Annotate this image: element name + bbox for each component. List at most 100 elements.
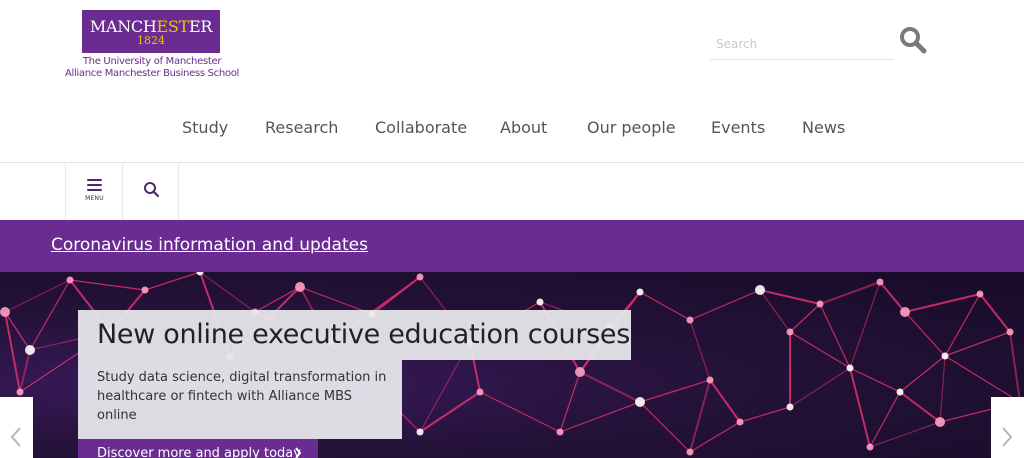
network-edge (789, 367, 851, 408)
network-edge (899, 391, 941, 423)
logo-year: 1824 (137, 34, 165, 47)
network-node (846, 364, 854, 372)
network-edge (879, 281, 906, 313)
network-node (536, 298, 544, 306)
network-edge (944, 331, 1011, 357)
network-edge (944, 293, 981, 357)
coronavirus-updates-link[interactable]: Coronavirus information and updates (51, 235, 368, 255)
logo-school-name: Alliance Manchester Business School (64, 68, 240, 79)
network-node (416, 273, 424, 281)
network-edge (849, 367, 871, 448)
network-node (896, 388, 904, 396)
network-node (556, 428, 564, 436)
university-logo[interactable]: MANCHESTER 1824 The University of Manche… (64, 10, 240, 82)
network-node (941, 352, 949, 360)
network-edge (69, 279, 146, 291)
network-node (755, 285, 765, 295)
nav-item-events[interactable]: Events (711, 118, 765, 137)
network-node (786, 403, 794, 411)
network-edge (689, 319, 711, 381)
network-node (476, 388, 484, 396)
network-edge (689, 289, 761, 321)
network-edge (479, 391, 561, 433)
network-edge (849, 281, 881, 369)
network-edge (849, 367, 901, 393)
logo-university-name: The University of Manchester (82, 56, 222, 67)
network-node (575, 367, 585, 377)
network-node (686, 316, 694, 324)
network-node (736, 418, 744, 426)
network-node (295, 282, 305, 292)
network-node (66, 276, 74, 284)
chevron-right-icon (1002, 427, 1013, 447)
network-node (416, 428, 424, 436)
carousel-next-button[interactable] (991, 397, 1024, 458)
hero-title: New online executive education courses (97, 319, 631, 350)
network-edge (789, 303, 821, 333)
network-edge (904, 311, 946, 357)
network-node (141, 286, 149, 294)
network-edge (939, 355, 946, 423)
network-edge (819, 281, 881, 305)
network-edge (869, 421, 941, 448)
network-node (935, 417, 945, 427)
network-node (196, 272, 204, 276)
network-edge (559, 401, 641, 433)
network-node (1006, 328, 1014, 336)
network-node (976, 290, 984, 298)
utility-bar: MENU (0, 163, 1024, 220)
network-edge (559, 371, 581, 433)
search-button[interactable] (898, 25, 928, 55)
search-icon (900, 27, 927, 54)
search-input[interactable] (710, 28, 894, 59)
network-edge (899, 355, 946, 393)
network-edge (639, 401, 691, 453)
hero-description-panel: Study data science, digital transformati… (78, 360, 402, 439)
network-node (25, 345, 35, 355)
nav-item-research[interactable]: Research (265, 118, 338, 137)
hero-title-panel: New online executive education courses (78, 310, 631, 360)
network-edge (1009, 331, 1021, 403)
network-node (0, 307, 10, 317)
network-node (866, 443, 874, 451)
network-edge (739, 406, 791, 423)
chevron-left-icon (10, 427, 21, 447)
network-node (16, 388, 24, 396)
carousel-prev-button[interactable] (0, 397, 33, 458)
network-node (900, 307, 910, 317)
network-edge (904, 293, 981, 313)
hero-carousel: New online executive education courses S… (0, 272, 1024, 458)
nav-item-collaborate[interactable]: Collaborate (375, 118, 467, 137)
discover-more-button[interactable]: Discover more and apply today (78, 439, 318, 458)
main-navigation: Study Research Collaborate About Our peo… (0, 106, 1024, 152)
nav-item-about[interactable]: About (500, 118, 547, 137)
network-edge (199, 272, 256, 313)
menu-label: MENU (85, 195, 104, 202)
network-edge (419, 391, 481, 433)
network-edge (869, 391, 901, 448)
nav-item-news[interactable]: News (802, 118, 845, 137)
logo-badge: MANCHESTER 1824 (82, 10, 220, 53)
menu-button[interactable]: MENU (65, 163, 122, 220)
discover-more-label: Discover more and apply today (97, 446, 301, 458)
network-node (816, 300, 824, 308)
menu-icon (87, 179, 102, 191)
alert-banner: Coronavirus information and updates (0, 220, 1024, 272)
network-node (876, 278, 884, 286)
nav-item-our-people[interactable]: Our people (587, 118, 676, 137)
network-edge (709, 379, 741, 423)
hero-description: Study data science, digital transformati… (97, 370, 387, 423)
chevron-right-icon (295, 447, 302, 458)
network-edge (144, 272, 201, 291)
network-edge (639, 291, 691, 321)
nav-item-study[interactable]: Study (182, 118, 228, 137)
utility-search-button[interactable] (122, 163, 179, 220)
network-node (636, 288, 644, 296)
search-icon (144, 182, 160, 198)
network-edge (979, 293, 1011, 333)
network-node (686, 448, 694, 456)
network-edge (579, 371, 641, 403)
network-node (635, 397, 645, 407)
network-node (706, 376, 714, 384)
network-node (786, 328, 794, 336)
